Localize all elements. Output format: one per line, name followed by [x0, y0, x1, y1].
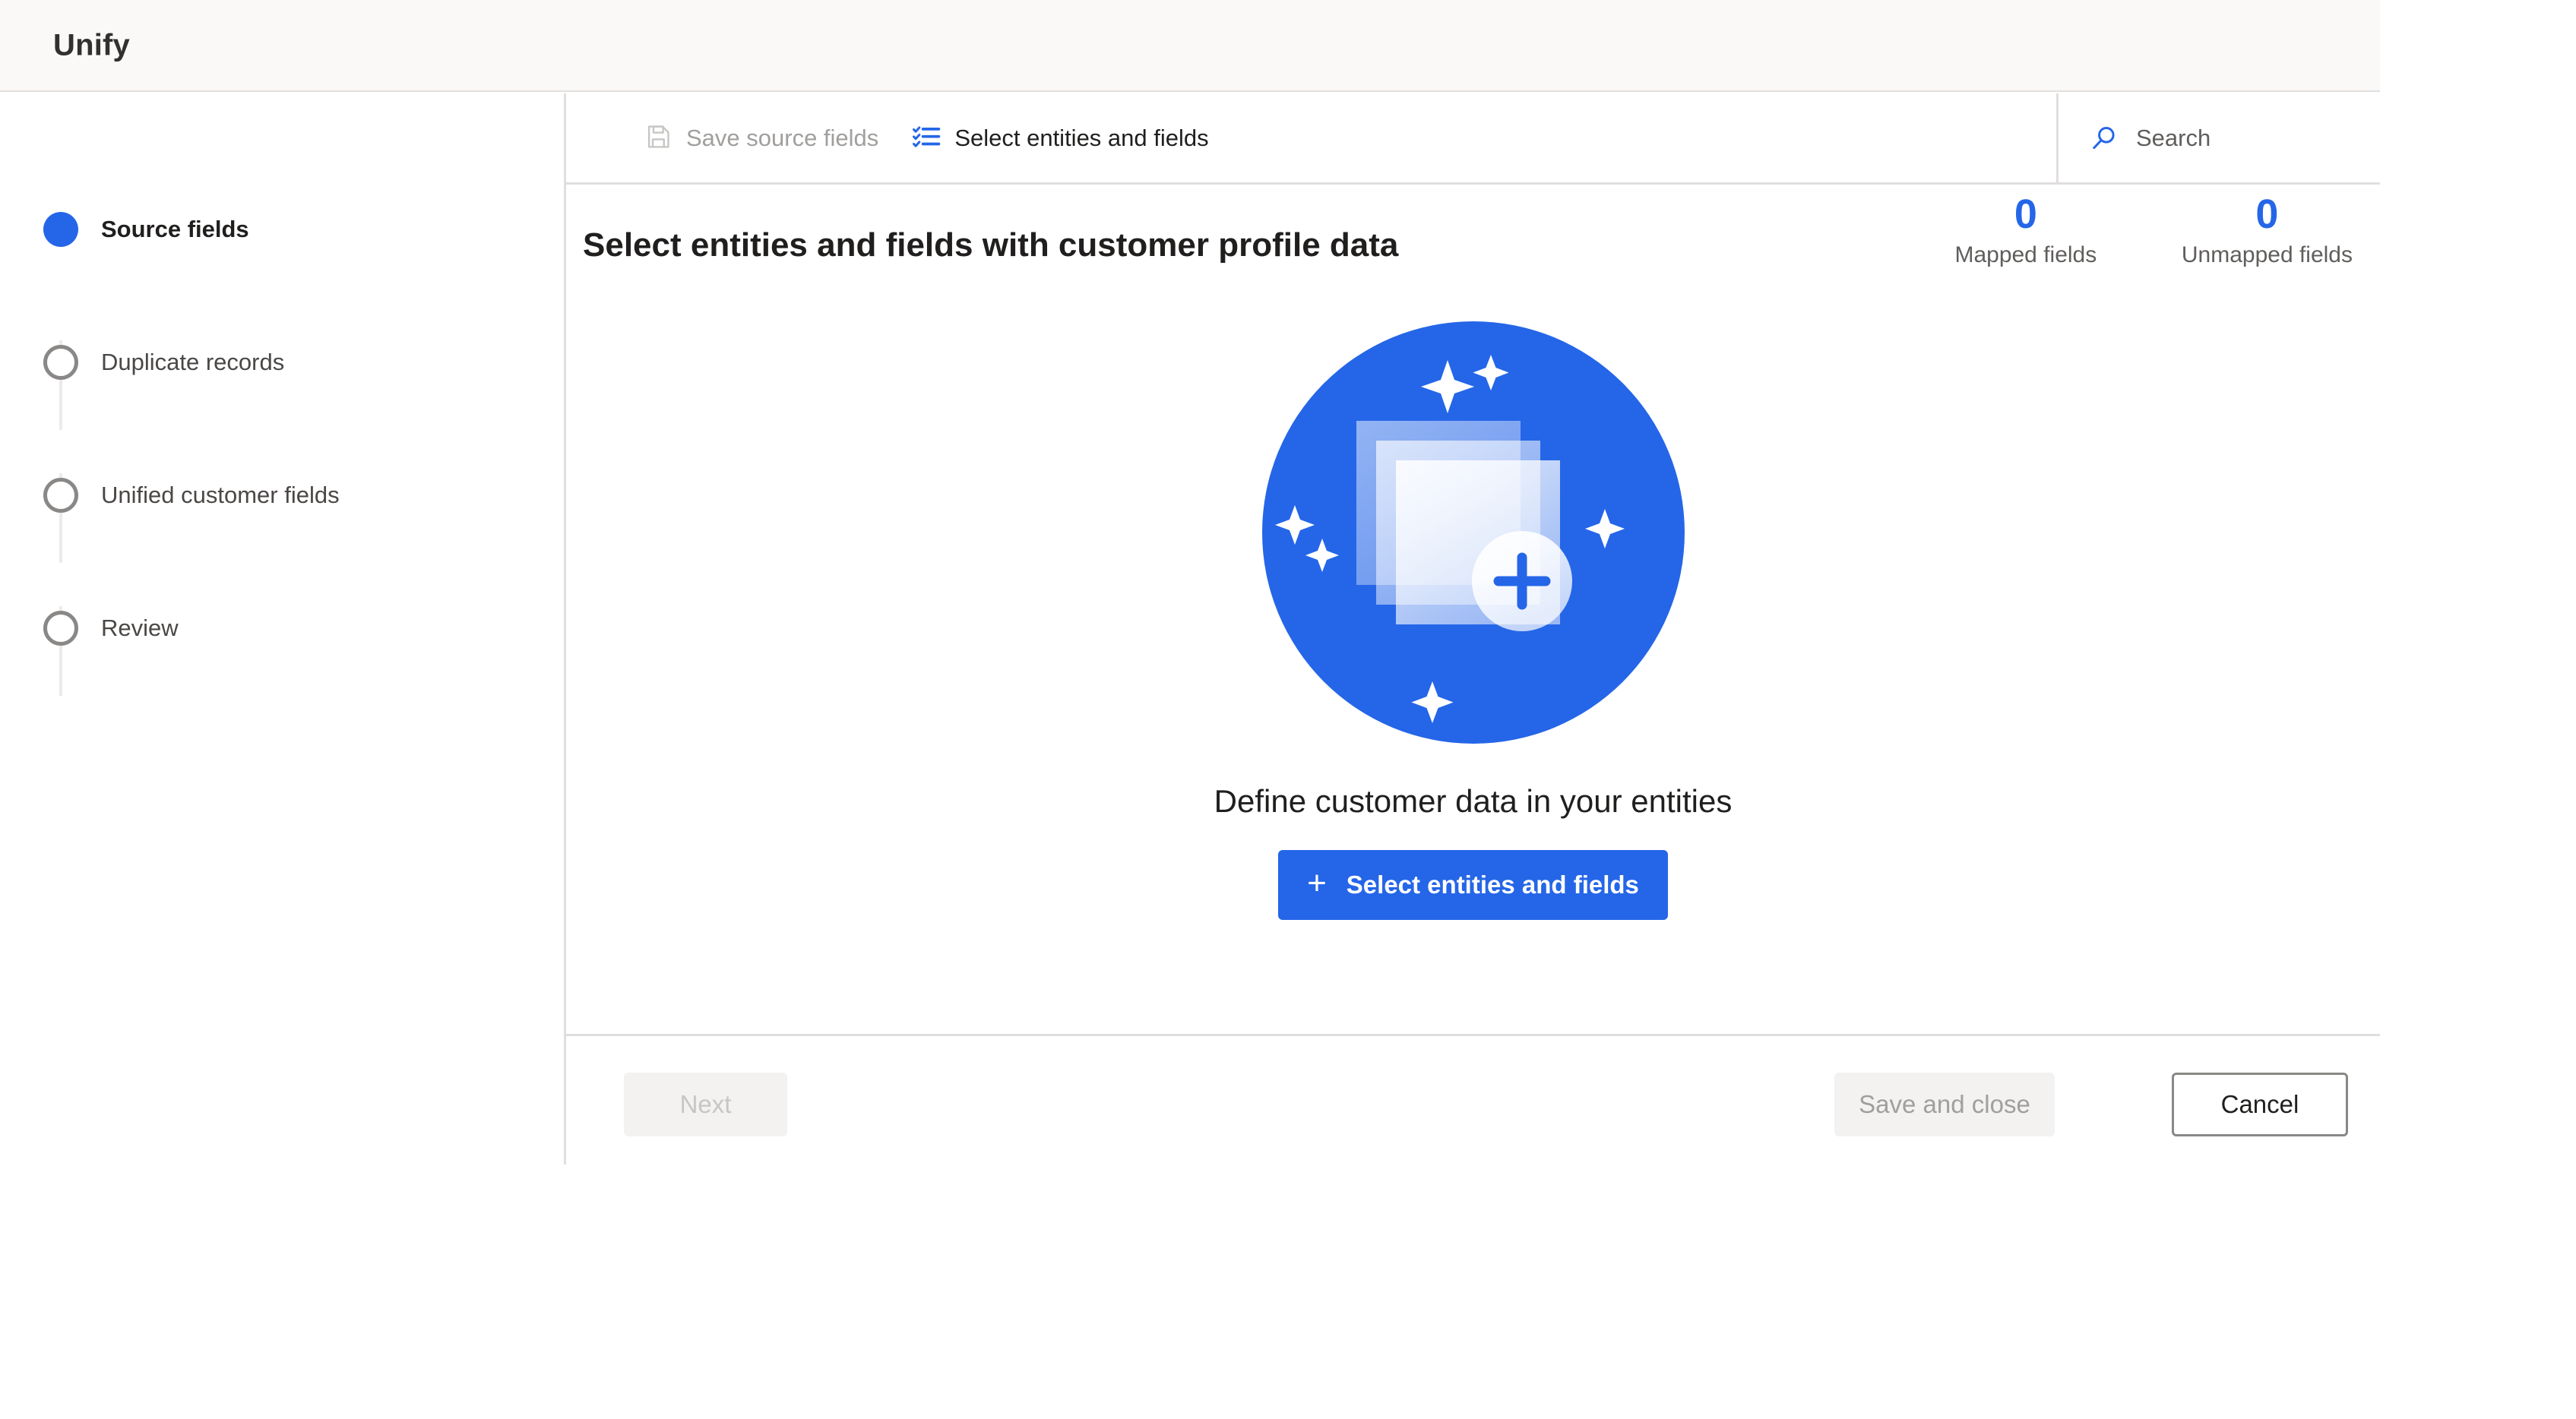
select-entities-and-fields-command[interactable]: Select entities and fields [895, 93, 1225, 182]
sidebar-item-label: Review [101, 615, 179, 641]
field-counters: 0 Mapped fields 0 Unmapped fields [1946, 192, 2353, 268]
sidebar-item-source-fields[interactable]: Source fields [0, 207, 564, 252]
sidebar-item-label: Unified customer fields [101, 482, 340, 508]
mapped-fields-label: Mapped fields [1954, 242, 2097, 268]
select-entities-and-fields-label: Select entities and fields [954, 124, 1209, 151]
unmapped-fields-value: 0 [2255, 191, 2279, 237]
empty-state: Define customer data in your entities + … [566, 321, 2380, 920]
stacked-documents-add-illustration [1261, 321, 1685, 744]
next-button[interactable]: Next [624, 1073, 787, 1136]
search-icon [2087, 122, 2119, 154]
wizard-steps-rail: Source fields Duplicate records Unified … [0, 93, 564, 1165]
select-entities-and-fields-button[interactable]: + Select entities and fields [1278, 850, 1668, 920]
mapped-fields-value: 0 [2014, 191, 2037, 237]
page-title: Select entities and fields with customer… [583, 226, 1399, 264]
main-panel: Save source fields Select entities and f… [564, 93, 2380, 1165]
save-source-fields-button[interactable]: Save source fields [627, 93, 895, 182]
unmapped-fields-label: Unmapped fields [2181, 242, 2353, 268]
step-dot-outline-icon [43, 611, 78, 646]
search-placeholder: Search [2136, 124, 2211, 151]
app-header: Unify [0, 0, 2380, 92]
sidebar-item-duplicate-records[interactable]: Duplicate records [0, 340, 564, 385]
search-input[interactable]: Search [2056, 93, 2382, 182]
empty-state-heading: Define customer data in your entities [1214, 783, 1733, 819]
sidebar-item-unified-customer-fields[interactable]: Unified customer fields [0, 472, 564, 518]
command-bar: Save source fields Select entities and f… [566, 93, 2380, 185]
sidebar-item-label: Source fields [101, 216, 249, 242]
step-dot-outline-icon [43, 478, 78, 513]
save-source-fields-label: Save source fields [686, 124, 879, 151]
mapped-fields-counter: 0 Mapped fields [1946, 192, 2106, 268]
content-header: Select entities and fields with customer… [566, 185, 2380, 299]
unmapped-fields-counter: 0 Unmapped fields [2182, 192, 2353, 268]
sidebar-item-review[interactable]: Review [0, 605, 564, 651]
save-and-close-button[interactable]: Save and close [1834, 1073, 2055, 1136]
sidebar-item-label: Duplicate records [101, 349, 285, 375]
plus-icon: + [1307, 864, 1327, 902]
save-icon [644, 122, 672, 153]
checklist-icon [912, 122, 941, 153]
step-dot-outline-icon [43, 345, 78, 380]
cancel-button[interactable]: Cancel [2172, 1073, 2348, 1136]
step-dot-filled-icon [43, 212, 78, 247]
app-title: Unify [53, 28, 130, 62]
panel-footer: Next Save and close Cancel [566, 1034, 2380, 1165]
select-entities-and-fields-button-label: Select entities and fields [1346, 871, 1639, 899]
